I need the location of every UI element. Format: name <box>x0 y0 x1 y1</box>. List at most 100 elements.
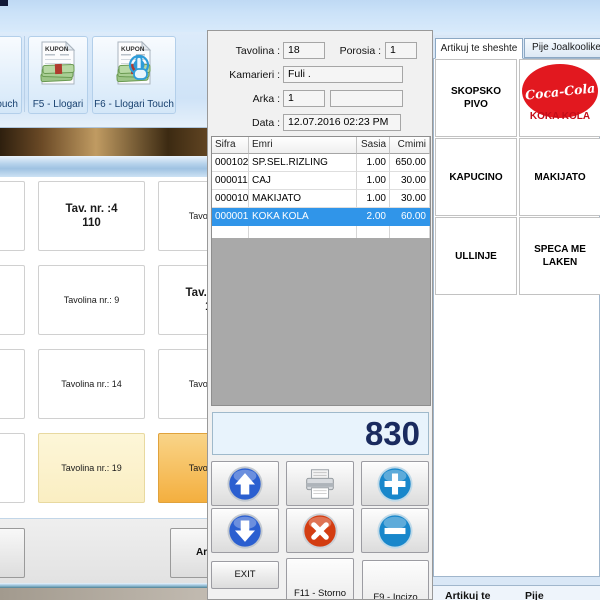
toolbar-button-label: F5 - Llogari <box>29 99 87 110</box>
table-button[interactable]: Tav. nr. :4 110 <box>38 181 145 251</box>
minus-icon <box>376 512 414 550</box>
order-table-row[interactable]: 000010 MAKIJATO 1.00 30.00 <box>212 190 430 208</box>
arrow-up-icon <box>226 465 264 503</box>
product-button[interactable]: ULLINJE <box>435 217 517 295</box>
kamarieri-field[interactable]: Fuli . <box>283 66 403 83</box>
move-down-button[interactable] <box>211 508 279 553</box>
bottom-label-pije: Pije <box>525 590 544 600</box>
cell-sasia: 1.00 <box>357 172 390 190</box>
print-button[interactable] <box>286 461 354 506</box>
order-panel: Tavolina : 18 Porosia : 1 Kamarieri : Fu… <box>207 30 433 600</box>
porosia-label: Porosia : <box>328 45 381 57</box>
order-total: 830 <box>212 412 429 455</box>
kamarieri-label: Kamarieri : <box>208 69 280 81</box>
arka-field[interactable]: 1 <box>283 90 325 107</box>
table-button-label: Tavolina nr.: 14 <box>61 378 122 390</box>
cell-sasia: 2.00 <box>357 208 390 226</box>
cell-cmimi: 650.00 <box>390 154 430 172</box>
order-table-empty-row <box>212 226 430 238</box>
table-button[interactable]: Tavolina nr.: 14 <box>38 349 145 419</box>
tab-artikuj-te-sheshte[interactable]: Artikuj te sheshte <box>435 38 523 59</box>
kupon-money-touch-icon: KUPON <box>93 40 175 92</box>
f11-storno-button[interactable]: F11 - Storno Incizo <box>286 558 354 600</box>
svg-text:KUPON: KUPON <box>45 46 69 53</box>
table-button[interactable] <box>0 265 25 335</box>
f5-llogari-button[interactable]: KUPON F5 - Llogari <box>28 36 88 114</box>
product-label: SPECA ME LAKEN <box>522 243 598 269</box>
product-label: KOKA KOLA <box>530 110 590 123</box>
catalog-bottom-bar: Artikuj te Pije <box>433 585 600 600</box>
column-header-sasia[interactable]: Sasia <box>357 137 390 154</box>
column-header-sifra[interactable]: Sifra <box>212 137 249 154</box>
decrease-quantity-button[interactable] <box>361 508 429 553</box>
product-label: KAPUCINO <box>449 171 502 184</box>
touch-toolbar-button[interactable]: Touch <box>0 36 22 114</box>
table-button[interactable]: Tavolina nr.: 9 <box>38 265 145 335</box>
bottom-label-artikuj: Artikuj te <box>445 590 491 600</box>
ribbon-top <box>0 0 600 32</box>
increase-quantity-button[interactable] <box>361 461 429 506</box>
data-field[interactable]: 12.07.2016 02:23 PM <box>283 114 401 131</box>
window-corner <box>0 0 8 6</box>
printer-icon <box>301 465 339 503</box>
porosia-field[interactable]: 1 <box>385 42 417 59</box>
product-button[interactable]: MAKIJATO <box>519 138 600 216</box>
order-table-row[interactable]: 000001 KOKA KOLA 2.00 60.00 <box>212 208 430 226</box>
cancel-button[interactable] <box>286 508 354 553</box>
order-table-body: 000102 SP.SEL.RIZLING 1.00 650.00 000011… <box>212 154 430 226</box>
order-items-table: Sifra Emri Sasia Cmimi 000102 SP.SEL.RIZ… <box>211 136 431 406</box>
cell-sifra: 000011 <box>212 172 249 190</box>
order-action-buttons <box>211 461 429 553</box>
strip-button-left[interactable] <box>0 528 25 578</box>
arka-label: Arka : <box>208 93 280 105</box>
f9-incizo-button[interactable]: F9 - Incizo <box>362 560 429 600</box>
product-button[interactable]: SPECA ME LAKEN <box>519 217 600 295</box>
arrow-down-icon <box>226 512 264 550</box>
cell-cmimi: 30.00 <box>390 172 430 190</box>
arka-field-2[interactable] <box>330 90 403 107</box>
cell-sifra: 000001 <box>212 208 249 226</box>
catalog-body: SKOPSKO PIVO Coca-Cola KOKA KOLA KAPUCIN… <box>433 58 600 577</box>
exit-button[interactable]: EXIT <box>211 561 279 589</box>
product-button[interactable]: KAPUCINO <box>435 138 517 216</box>
cell-emri: MAKIJATO <box>249 190 357 208</box>
move-up-button[interactable] <box>211 461 279 506</box>
catalog-panel: Artikuj te sheshte Pije Joalkoolike SKOP… <box>433 35 600 600</box>
product-label: MAKIJATO <box>534 171 585 184</box>
cancel-icon <box>301 512 339 550</box>
product-button[interactable]: SKOPSKO PIVO <box>435 59 517 137</box>
kupon-money-icon: KUPON <box>29 40 87 92</box>
cell-sifra: 000010 <box>212 190 249 208</box>
product-label: ULLINJE <box>455 250 497 263</box>
table-button-label: Tavolina nr.: 9 <box>64 294 120 306</box>
toolbar-button-label: Touch <box>0 99 21 110</box>
pos-window: Touch KUPON F5 - Llogar <box>0 0 600 600</box>
toolbar-button-label: F6 - Llogari Touch <box>93 99 175 110</box>
table-button[interactable] <box>0 181 25 251</box>
table-button[interactable] <box>0 349 25 419</box>
data-label: Data : <box>208 117 280 129</box>
table-button-label: Tavolina nr.: 19 <box>61 462 122 474</box>
cell-cmimi: 30.00 <box>390 190 430 208</box>
tavolina-label: Tavolina : <box>208 45 280 57</box>
table-button-label: Tav. nr. :4 110 <box>66 202 118 230</box>
tavolina-field[interactable]: 18 <box>283 42 325 59</box>
product-button[interactable]: Coca-Cola KOKA KOLA <box>519 59 600 137</box>
table-button[interactable] <box>0 433 25 503</box>
cell-emri: KOKA KOLA <box>249 208 357 226</box>
cell-emri: CAJ <box>249 172 357 190</box>
tab-pije-joalkoolike[interactable]: Pije Joalkoolike <box>524 38 600 58</box>
plus-icon <box>376 465 414 503</box>
column-header-cmimi[interactable]: Cmimi <box>390 137 430 154</box>
product-grid: SKOPSKO PIVO Coca-Cola KOKA KOLA KAPUCIN… <box>435 59 600 295</box>
f6-llogari-touch-button[interactable]: KUPON F6 <box>92 36 176 114</box>
table-button[interactable]: Tavolina nr.: 19 <box>38 433 145 503</box>
cell-sasia: 1.00 <box>357 154 390 172</box>
order-table-row[interactable]: 000102 SP.SEL.RIZLING 1.00 650.00 <box>212 154 430 172</box>
order-table-header: Sifra Emri Sasia Cmimi <box>212 137 430 154</box>
cell-emri: SP.SEL.RIZLING <box>249 154 357 172</box>
order-table-row[interactable]: 000011 CAJ 1.00 30.00 <box>212 172 430 190</box>
column-header-emri[interactable]: Emri <box>249 137 357 154</box>
cell-sifra: 000102 <box>212 154 249 172</box>
cell-cmimi: 60.00 <box>390 208 430 226</box>
